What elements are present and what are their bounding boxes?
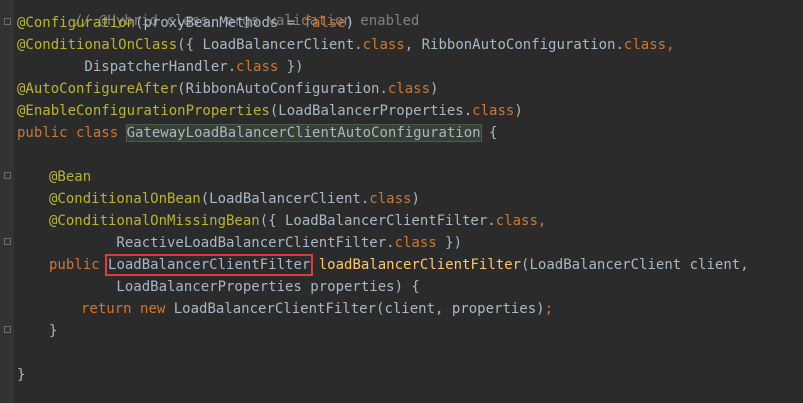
code-text: }) <box>436 235 463 251</box>
keyword: public <box>49 257 109 273</box>
code-line-15: } <box>49 320 57 342</box>
annotation: @Configuration <box>17 15 136 31</box>
fold-marker-icon[interactable] <box>4 326 11 333</box>
keyword: class <box>495 213 538 229</box>
code-line-comment: // @Hybrid class, orgs validation enable… <box>40 0 420 29</box>
keyword: public class <box>17 125 127 141</box>
annotation: @AutoConfigureAfter <box>17 81 178 97</box>
code-text: } <box>17 367 26 383</box>
code-text: (LoadBalancerClient client, <box>521 257 749 273</box>
editor-gutter[interactable] <box>0 0 14 403</box>
highlighted-return-type[interactable]: LoadBalancerClientFilter <box>105 254 314 276</box>
keyword: return <box>81 301 141 317</box>
code-line-10: @ConditionalOnMissingBean({ LoadBalancer… <box>49 210 546 232</box>
code-line-3: DispatcherHandler.class }) <box>17 56 304 78</box>
code-line-8: @Bean <box>49 166 91 188</box>
keyword: false <box>303 15 346 31</box>
code-text: }) <box>278 59 304 75</box>
code-line-9: @ConditionalOnBean(LoadBalancerClient.cl… <box>49 188 420 210</box>
code-text: ) <box>345 15 355 31</box>
code-text: LoadBalancerClientFilter(client, propert… <box>173 301 545 317</box>
code-text: (RibbonAutoConfiguration. <box>177 81 388 97</box>
keyword: class <box>387 81 431 97</box>
code-line-12: public LoadBalancerClientFilter loadBala… <box>49 254 749 276</box>
method-name: loadBalancerClientFilter <box>318 257 522 273</box>
keyword: new <box>140 301 174 317</box>
keyword: class <box>362 37 405 53</box>
fold-marker-icon[interactable] <box>4 18 11 25</box>
annotation: @ConditionalOnBean <box>49 191 201 207</box>
keyword: class <box>472 103 515 119</box>
code-text: ) <box>514 103 523 119</box>
code-text: ) <box>430 81 439 97</box>
code-text: ; <box>544 301 554 317</box>
code-text: (LoadBalancerClient. <box>200 191 370 207</box>
code-text: , <box>537 213 547 229</box>
keyword: class <box>236 59 279 75</box>
annotation: @ConditionalOnMissingBean <box>49 213 260 229</box>
code-line-2: @ConditionalOnClass({ LoadBalancerClient… <box>17 34 675 56</box>
code-line-4: @AutoConfigureAfter(RibbonAutoConfigurat… <box>17 78 438 100</box>
code-line-1: @Configuration(proxyBeanMethods = false) <box>17 12 354 34</box>
class-name[interactable]: GatewayLoadBalancerClientAutoConfigurati… <box>125 124 482 142</box>
code-text: ) <box>411 191 420 207</box>
code-line-11: ReactiveLoadBalancerClientFilter.class }… <box>49 232 462 254</box>
code-text: , RibbonAutoConfiguration. <box>404 37 624 53</box>
code-line-14: return new LoadBalancerClientFilter(clie… <box>81 298 553 320</box>
annotation: @Bean <box>49 169 92 185</box>
fold-marker-icon[interactable] <box>4 238 11 245</box>
keyword: class <box>394 235 437 251</box>
fold-marker-icon[interactable] <box>4 172 11 179</box>
code-text: DispatcherHandler. <box>17 59 237 75</box>
keyword: class <box>623 37 667 53</box>
code-line-17: } <box>17 364 25 386</box>
code-text: ({ LoadBalancerClient. <box>177 37 363 53</box>
code-line-6: public class GatewayLoadBalancerClientAu… <box>17 122 497 144</box>
code-line-13: LoadBalancerProperties properties) { <box>49 276 420 298</box>
code-editor[interactable]: // @Hybrid class, orgs validation enable… <box>0 0 803 403</box>
code-text: , <box>666 37 675 53</box>
annotation: @ConditionalOnClass <box>17 37 178 53</box>
code-line-5: @EnableConfigurationProperties(LoadBalan… <box>17 100 523 122</box>
keyword: class <box>369 191 412 207</box>
code-text: ({ LoadBalancerClientFilter. <box>259 213 496 229</box>
annotation: @EnableConfigurationProperties <box>17 103 270 119</box>
code-text: ReactiveLoadBalancerClientFilter. <box>49 235 395 251</box>
code-text: (LoadBalancerProperties. <box>269 103 473 119</box>
code-text: (proxyBeanMethods = <box>135 15 304 31</box>
code-text: LoadBalancerProperties properties) { <box>49 279 420 295</box>
code-text: } <box>49 323 58 339</box>
code-text: { <box>480 125 498 141</box>
